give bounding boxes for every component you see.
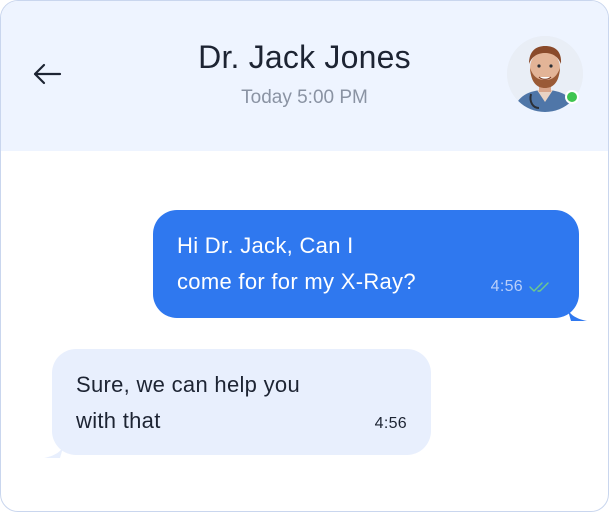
double-check-icon — [529, 282, 549, 292]
message-time: 4:56 — [490, 278, 523, 295]
message-text-line: with that — [76, 408, 161, 433]
chat-header: Dr. Jack Jones Today 5:00 PM — [1, 1, 608, 151]
message-bubble-incoming[interactable]: Sure, we can help you with that 4:56 — [44, 349, 431, 458]
avatar[interactable] — [507, 36, 583, 112]
online-status-indicator — [565, 90, 579, 104]
message-meta: 4:56 — [491, 278, 553, 296]
chat-window: Dr. Jack Jones Today 5:00 PM Hi Dr. Jack… — [0, 0, 609, 512]
message-text-line: Hi Dr. Jack, Can I — [177, 233, 354, 258]
message-meta: 4:56 — [375, 415, 407, 433]
message-time: 4:56 — [374, 415, 407, 432]
message-bubble-outgoing[interactable]: Hi Dr. Jack, Can I come for for my X-Ray… — [153, 210, 587, 321]
message-text-line: come for for my X-Ray? — [177, 269, 416, 294]
bubble-tail — [567, 307, 587, 321]
bubble-tail — [44, 444, 64, 458]
message-text-line: Sure, we can help you — [76, 372, 300, 397]
